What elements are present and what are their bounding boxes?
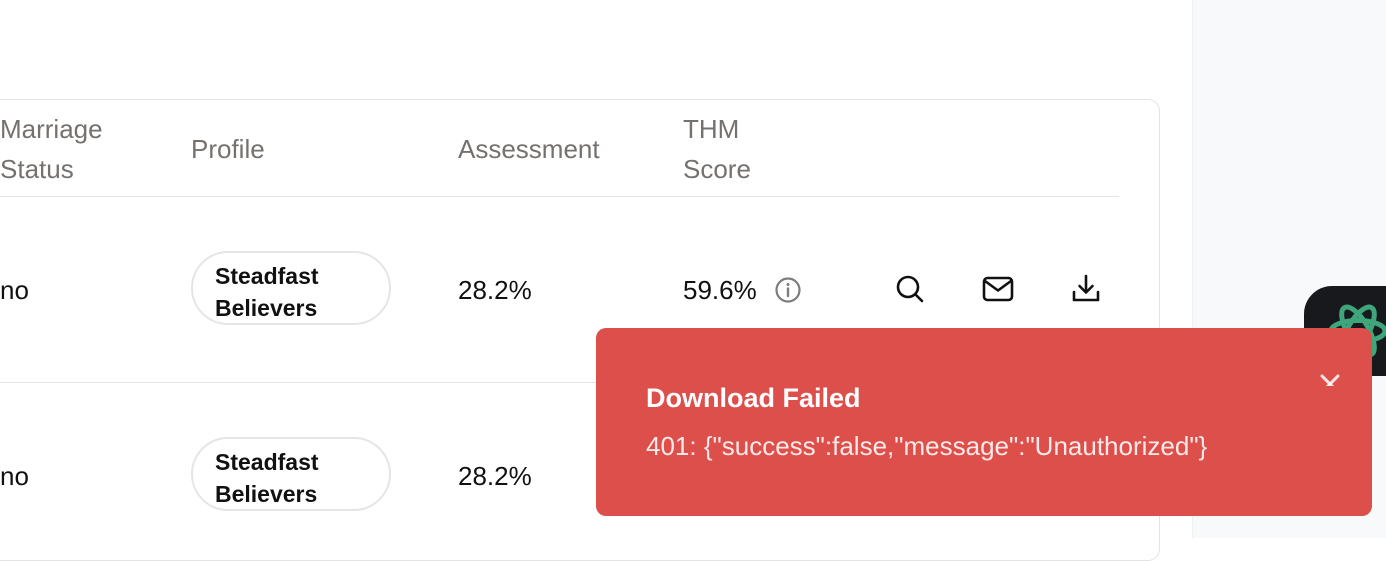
- cell-thm-score: 59.6%: [683, 275, 757, 305]
- profile-badge-line: Believers: [215, 481, 318, 507]
- profile-badge: Steadfast Believers: [191, 251, 391, 325]
- column-header-line: Marriage: [0, 114, 103, 144]
- column-header-line: THM: [683, 114, 740, 144]
- close-icon[interactable]: [1312, 350, 1348, 394]
- column-header-profile: Profile: [191, 134, 265, 164]
- column-header-line: Status: [0, 154, 74, 184]
- column-header-marriage-status: Marriage Status: [0, 109, 103, 189]
- error-toast: Download Failed 401: {"success":false,"m…: [596, 328, 1372, 516]
- profile-badge-line: Believers: [215, 295, 318, 321]
- column-header-thm-score: THM Score: [683, 109, 751, 189]
- column-header-line: Score: [683, 154, 751, 184]
- toast-title: Download Failed: [646, 383, 861, 413]
- cell-assessment: 28.2%: [458, 461, 532, 491]
- column-header-assessment: Assessment: [458, 134, 600, 164]
- mail-icon[interactable]: [978, 269, 1018, 309]
- toast-message: 401: {"success":false,"message":"Unautho…: [646, 431, 1208, 461]
- header-divider: [0, 196, 1119, 197]
- profile-badge: Steadfast Believers: [191, 437, 391, 511]
- download-icon[interactable]: [1066, 268, 1106, 308]
- cell-assessment: 28.2%: [458, 275, 532, 305]
- profile-badge-line: Steadfast: [215, 449, 319, 475]
- search-icon[interactable]: [890, 269, 930, 309]
- profile-badge-line: Steadfast: [215, 263, 319, 289]
- info-icon[interactable]: [768, 270, 808, 310]
- cell-marriage-status: no: [0, 275, 29, 305]
- cell-marriage-status: no: [0, 461, 29, 491]
